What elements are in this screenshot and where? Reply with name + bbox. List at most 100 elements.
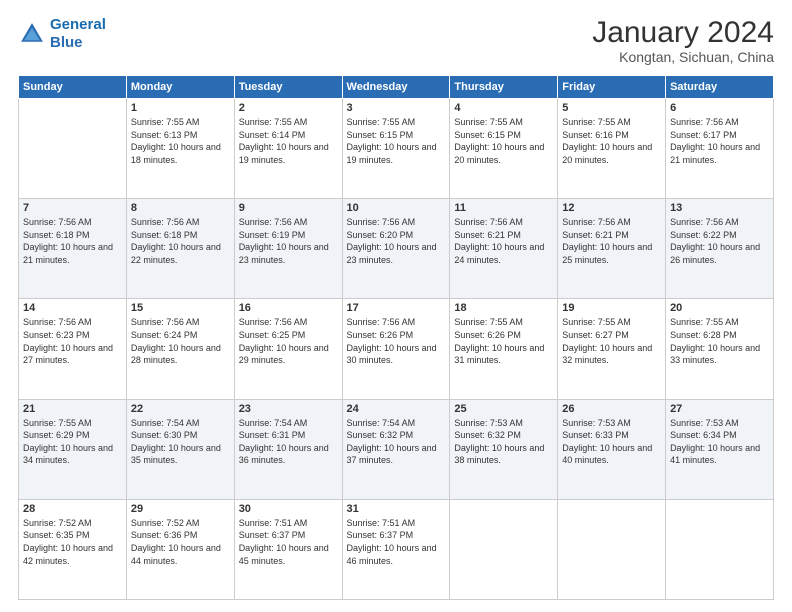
table-row: 19 Sunrise: 7:55 AMSunset: 6:27 PMDaylig… <box>558 299 666 399</box>
day-info: Sunrise: 7:56 AMSunset: 6:18 PMDaylight:… <box>131 217 221 265</box>
table-row: 20 Sunrise: 7:55 AMSunset: 6:28 PMDaylig… <box>666 299 774 399</box>
day-number: 14 <box>23 302 122 314</box>
table-row: 16 Sunrise: 7:56 AMSunset: 6:25 PMDaylig… <box>234 299 342 399</box>
calendar-subtitle: Kongtan, Sichuan, China <box>592 49 774 65</box>
day-number: 22 <box>131 403 230 415</box>
day-info: Sunrise: 7:54 AMSunset: 6:31 PMDaylight:… <box>239 418 329 466</box>
day-info: Sunrise: 7:55 AMSunset: 6:27 PMDaylight:… <box>562 317 652 365</box>
day-info: Sunrise: 7:56 AMSunset: 6:22 PMDaylight:… <box>670 217 760 265</box>
day-number: 1 <box>131 102 230 114</box>
table-row: 8 Sunrise: 7:56 AMSunset: 6:18 PMDayligh… <box>126 199 234 299</box>
day-info: Sunrise: 7:54 AMSunset: 6:32 PMDaylight:… <box>347 418 437 466</box>
col-friday: Friday <box>558 76 666 99</box>
day-info: Sunrise: 7:55 AMSunset: 6:15 PMDaylight:… <box>347 117 437 165</box>
day-info: Sunrise: 7:56 AMSunset: 6:17 PMDaylight:… <box>670 117 760 165</box>
table-row: 30 Sunrise: 7:51 AMSunset: 6:37 PMDaylig… <box>234 499 342 599</box>
day-info: Sunrise: 7:53 AMSunset: 6:32 PMDaylight:… <box>454 418 544 466</box>
table-row: 9 Sunrise: 7:56 AMSunset: 6:19 PMDayligh… <box>234 199 342 299</box>
day-info: Sunrise: 7:53 AMSunset: 6:34 PMDaylight:… <box>670 418 760 466</box>
day-info: Sunrise: 7:56 AMSunset: 6:20 PMDaylight:… <box>347 217 437 265</box>
logo-line2: Blue <box>50 34 83 51</box>
day-info: Sunrise: 7:55 AMSunset: 6:13 PMDaylight:… <box>131 117 221 165</box>
logo-icon <box>18 20 46 48</box>
day-number: 29 <box>131 503 230 515</box>
day-number: 20 <box>670 302 769 314</box>
table-row: 31 Sunrise: 7:51 AMSunset: 6:37 PMDaylig… <box>342 499 450 599</box>
day-number: 18 <box>454 302 553 314</box>
table-row: 18 Sunrise: 7:55 AMSunset: 6:26 PMDaylig… <box>450 299 558 399</box>
day-info: Sunrise: 7:52 AMSunset: 6:36 PMDaylight:… <box>131 518 221 566</box>
day-info: Sunrise: 7:56 AMSunset: 6:24 PMDaylight:… <box>131 317 221 365</box>
day-info: Sunrise: 7:51 AMSunset: 6:37 PMDaylight:… <box>347 518 437 566</box>
day-info: Sunrise: 7:55 AMSunset: 6:29 PMDaylight:… <box>23 418 113 466</box>
table-row: 11 Sunrise: 7:56 AMSunset: 6:21 PMDaylig… <box>450 199 558 299</box>
calendar-page: General Blue January 2024 Kongtan, Sichu… <box>0 0 792 612</box>
day-info: Sunrise: 7:56 AMSunset: 6:25 PMDaylight:… <box>239 317 329 365</box>
day-info: Sunrise: 7:55 AMSunset: 6:26 PMDaylight:… <box>454 317 544 365</box>
day-info: Sunrise: 7:55 AMSunset: 6:14 PMDaylight:… <box>239 117 329 165</box>
table-row: 24 Sunrise: 7:54 AMSunset: 6:32 PMDaylig… <box>342 399 450 499</box>
table-row <box>450 499 558 599</box>
table-row: 17 Sunrise: 7:56 AMSunset: 6:26 PMDaylig… <box>342 299 450 399</box>
day-info: Sunrise: 7:56 AMSunset: 6:21 PMDaylight:… <box>562 217 652 265</box>
table-row: 21 Sunrise: 7:55 AMSunset: 6:29 PMDaylig… <box>19 399 127 499</box>
col-sunday: Sunday <box>19 76 127 99</box>
day-number: 23 <box>239 403 338 415</box>
table-row: 3 Sunrise: 7:55 AMSunset: 6:15 PMDayligh… <box>342 99 450 199</box>
table-row: 6 Sunrise: 7:56 AMSunset: 6:17 PMDayligh… <box>666 99 774 199</box>
header: General Blue January 2024 Kongtan, Sichu… <box>18 16 774 65</box>
table-row: 23 Sunrise: 7:54 AMSunset: 6:31 PMDaylig… <box>234 399 342 499</box>
day-number: 5 <box>562 102 661 114</box>
day-info: Sunrise: 7:56 AMSunset: 6:21 PMDaylight:… <box>454 217 544 265</box>
day-info: Sunrise: 7:55 AMSunset: 6:16 PMDaylight:… <box>562 117 652 165</box>
table-row <box>19 99 127 199</box>
table-row: 12 Sunrise: 7:56 AMSunset: 6:21 PMDaylig… <box>558 199 666 299</box>
table-row: 14 Sunrise: 7:56 AMSunset: 6:23 PMDaylig… <box>19 299 127 399</box>
day-number: 30 <box>239 503 338 515</box>
table-row: 28 Sunrise: 7:52 AMSunset: 6:35 PMDaylig… <box>19 499 127 599</box>
day-number: 17 <box>347 302 446 314</box>
day-info: Sunrise: 7:56 AMSunset: 6:19 PMDaylight:… <box>239 217 329 265</box>
table-row: 1 Sunrise: 7:55 AMSunset: 6:13 PMDayligh… <box>126 99 234 199</box>
day-number: 9 <box>239 202 338 214</box>
day-number: 6 <box>670 102 769 114</box>
day-number: 16 <box>239 302 338 314</box>
day-number: 13 <box>670 202 769 214</box>
table-row: 4 Sunrise: 7:55 AMSunset: 6:15 PMDayligh… <box>450 99 558 199</box>
day-number: 25 <box>454 403 553 415</box>
table-row: 26 Sunrise: 7:53 AMSunset: 6:33 PMDaylig… <box>558 399 666 499</box>
day-number: 12 <box>562 202 661 214</box>
day-info: Sunrise: 7:56 AMSunset: 6:18 PMDaylight:… <box>23 217 113 265</box>
table-row: 7 Sunrise: 7:56 AMSunset: 6:18 PMDayligh… <box>19 199 127 299</box>
table-row <box>666 499 774 599</box>
day-number: 3 <box>347 102 446 114</box>
day-info: Sunrise: 7:53 AMSunset: 6:33 PMDaylight:… <box>562 418 652 466</box>
day-number: 10 <box>347 202 446 214</box>
col-saturday: Saturday <box>666 76 774 99</box>
col-monday: Monday <box>126 76 234 99</box>
calendar-table: Sunday Monday Tuesday Wednesday Thursday… <box>18 75 774 600</box>
day-number: 28 <box>23 503 122 515</box>
day-info: Sunrise: 7:56 AMSunset: 6:23 PMDaylight:… <box>23 317 113 365</box>
day-info: Sunrise: 7:55 AMSunset: 6:28 PMDaylight:… <box>670 317 760 365</box>
table-row: 29 Sunrise: 7:52 AMSunset: 6:36 PMDaylig… <box>126 499 234 599</box>
day-number: 26 <box>562 403 661 415</box>
col-tuesday: Tuesday <box>234 76 342 99</box>
day-info: Sunrise: 7:55 AMSunset: 6:15 PMDaylight:… <box>454 117 544 165</box>
table-row: 22 Sunrise: 7:54 AMSunset: 6:30 PMDaylig… <box>126 399 234 499</box>
col-thursday: Thursday <box>450 76 558 99</box>
day-number: 8 <box>131 202 230 214</box>
table-row: 13 Sunrise: 7:56 AMSunset: 6:22 PMDaylig… <box>666 199 774 299</box>
day-info: Sunrise: 7:51 AMSunset: 6:37 PMDaylight:… <box>239 518 329 566</box>
day-number: 11 <box>454 202 553 214</box>
logo-text: General Blue <box>50 16 106 52</box>
day-number: 27 <box>670 403 769 415</box>
day-number: 4 <box>454 102 553 114</box>
day-number: 15 <box>131 302 230 314</box>
day-number: 19 <box>562 302 661 314</box>
calendar-header-row: Sunday Monday Tuesday Wednesday Thursday… <box>19 76 774 99</box>
day-number: 21 <box>23 403 122 415</box>
logo-line1: General <box>50 16 106 33</box>
table-row: 25 Sunrise: 7:53 AMSunset: 6:32 PMDaylig… <box>450 399 558 499</box>
table-row <box>558 499 666 599</box>
